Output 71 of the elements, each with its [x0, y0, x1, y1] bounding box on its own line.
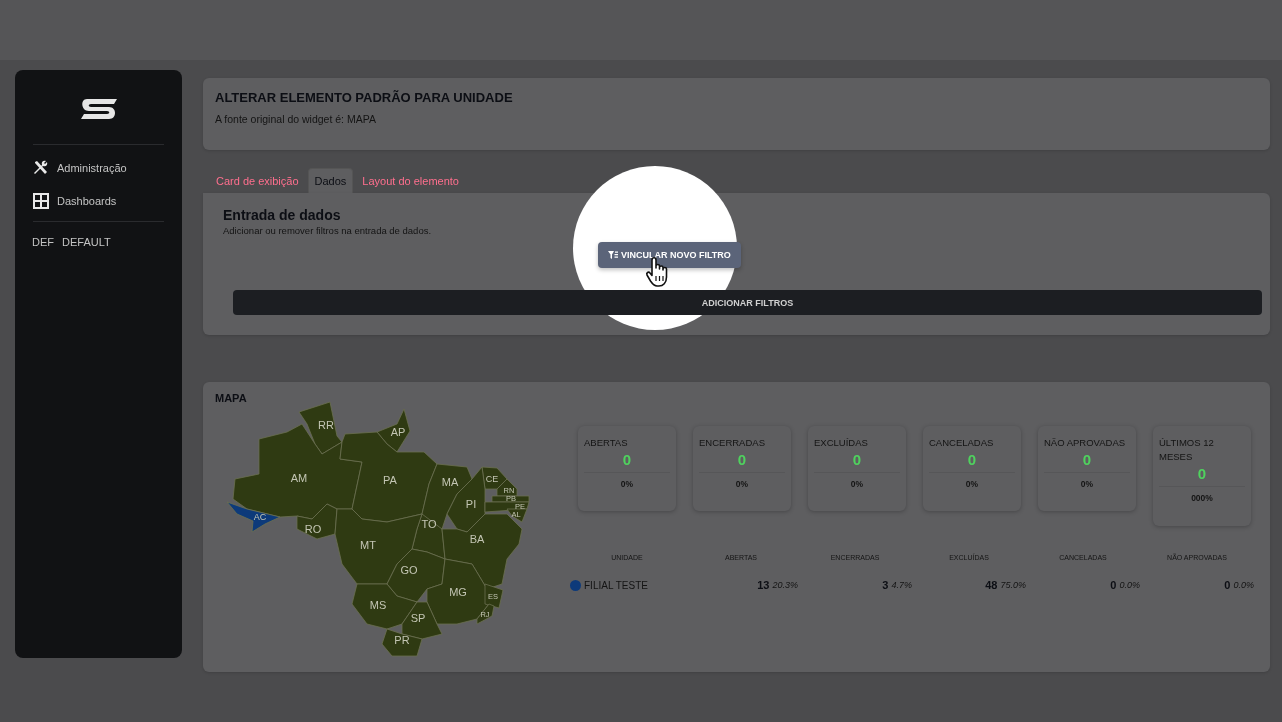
workspace-label[interactable]: DEFAULT — [62, 236, 111, 248]
state-region[interactable] — [296, 503, 338, 540]
stat-percent: 000% — [1190, 493, 1214, 503]
state-label: BA — [469, 533, 485, 545]
stat-value: 0 — [699, 451, 785, 473]
cell-value: 13 — [757, 579, 770, 591]
state-label: CE — [485, 474, 499, 484]
state-label: GO — [400, 564, 418, 576]
dashboard-icon — [32, 192, 50, 210]
stat-label: CANCELADAS — [929, 436, 995, 450]
link-filter-button[interactable]: VINCULAR NOVO FILTRO — [598, 242, 741, 268]
stat-label: NÃO APROVADAS — [1044, 436, 1127, 450]
state-region[interactable] — [226, 501, 281, 533]
state-region[interactable] — [484, 583, 504, 609]
stat-percent: 0% — [964, 479, 980, 489]
workspace-code: DEF — [32, 236, 54, 248]
state-region[interactable] — [426, 558, 490, 625]
stat-value: 0 — [1044, 451, 1130, 473]
state-label: MG — [449, 586, 467, 598]
state-region[interactable] — [476, 603, 495, 625]
stat-percent: 0% — [849, 479, 865, 489]
stat-value: 0 — [929, 451, 1015, 473]
unit-name: FILIAL TESTE — [584, 579, 648, 591]
panel-title: MAPA — [215, 392, 248, 404]
cell-value: 3 — [882, 579, 889, 591]
cell-value: 48 — [985, 579, 998, 591]
stat-value: 0 — [584, 451, 670, 473]
cell-percent: 75.0% — [1000, 580, 1026, 590]
stat-value: 0 — [1159, 465, 1245, 487]
state-label: MT — [360, 539, 376, 551]
state-label: PI — [465, 498, 477, 510]
stat-label: ABERTAS — [584, 436, 629, 450]
state-label: AP — [390, 426, 406, 438]
state-label: MS — [369, 599, 387, 611]
page-subtitle: A fonte original do widget é: MAPA — [215, 113, 377, 125]
state-label: MA — [441, 476, 459, 488]
cell-value: 0 — [1110, 579, 1117, 591]
cell-percent: 4.7% — [891, 580, 912, 590]
state-region[interactable] — [506, 508, 528, 523]
cell-percent: 0.0% — [1233, 580, 1254, 590]
state-label: RR — [318, 419, 334, 431]
state-region[interactable] — [381, 628, 423, 657]
stat-label: ENCERRADAS — [699, 436, 766, 450]
stat-percent: 0% — [1079, 479, 1095, 489]
stat-value: 0 — [814, 451, 900, 473]
state-label: PA — [383, 474, 397, 486]
state-region[interactable] — [496, 478, 518, 497]
state-region[interactable] — [298, 401, 343, 455]
state-label: RO — [304, 523, 322, 535]
panel-title: Entrada de dados — [223, 207, 342, 223]
state-label: TO — [421, 518, 437, 530]
logo-icon — [78, 98, 119, 120]
state-label: AC — [253, 512, 267, 522]
cell-percent: 0.0% — [1119, 580, 1140, 590]
sidebar-item[interactable]: Dashboards — [29, 188, 168, 214]
cell-percent: 20.3% — [772, 580, 798, 590]
stat-label: ÚLTIMOS 12 MESES — [1159, 436, 1215, 464]
state-label: AM — [290, 472, 308, 484]
state-label: PR — [394, 634, 410, 646]
stat-percent: 0% — [734, 479, 750, 489]
filter-icon — [608, 250, 618, 260]
cell-value: 0 — [1224, 579, 1231, 591]
state-region[interactable] — [232, 423, 363, 520]
panel-description: Adicionar ou remover filtros na entrada de dados. — [223, 225, 433, 236]
stat-label: EXCLUÍDAS — [814, 436, 869, 450]
add-filters-button[interactable]: ADICIONAR FILTROS — [233, 290, 1262, 315]
page-title: ALTERAR ELEMENTO PADRÃO PARA UNIDADE — [215, 90, 514, 105]
state-label: SP — [410, 612, 426, 624]
tools-icon — [32, 159, 50, 177]
stat-percent: 0% — [619, 479, 635, 489]
sidebar-item[interactable]: Administração — [29, 155, 168, 181]
